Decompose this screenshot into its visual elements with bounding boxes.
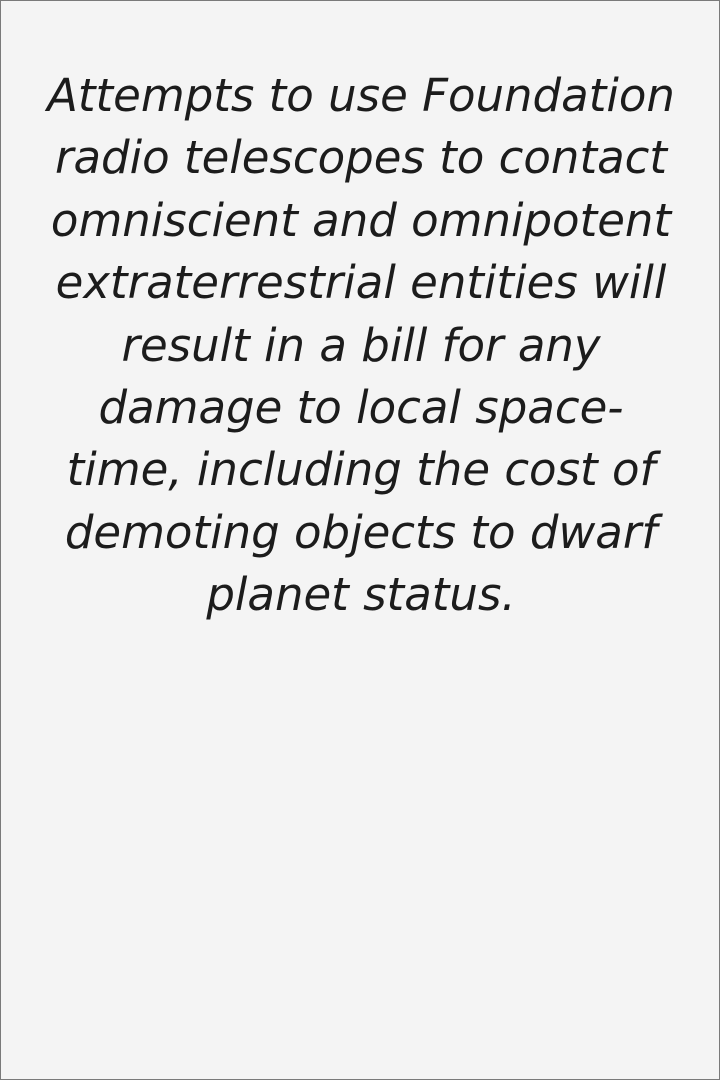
notice-card: Attempts to use Foundation radio telesco…	[0, 0, 720, 1080]
notice-text: Attempts to use Foundation radio telesco…	[47, 69, 675, 622]
